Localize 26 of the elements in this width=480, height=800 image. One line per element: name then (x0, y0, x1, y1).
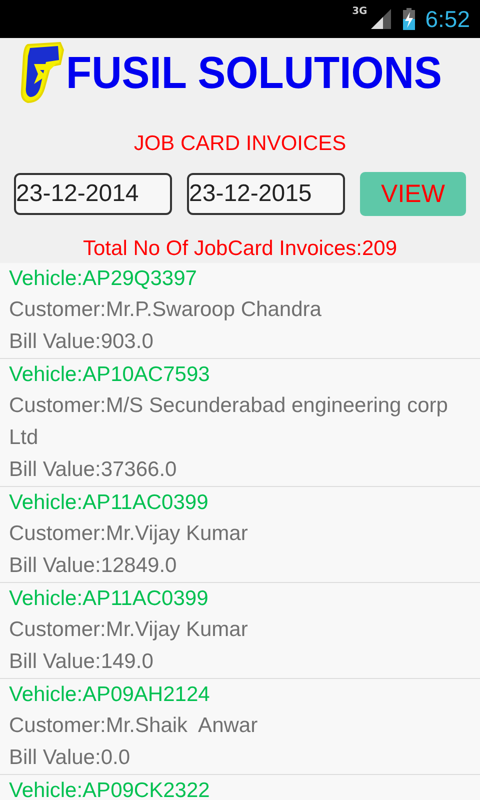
vehicle-number: Vehicle:AP09AH2124 (9, 682, 211, 708)
to-date-field[interactable]: 23-12-2015 (187, 173, 345, 215)
vehicle-number: Vehicle:AP09CK2322 (9, 778, 211, 800)
bill-value: Bill Value:903.0 (9, 329, 154, 355)
bill-value: Bill Value:12849.0 (9, 553, 178, 579)
vehicle-number: Vehicle:AP11AC0399 (9, 586, 210, 612)
bill-value: Bill Value:149.0 (9, 649, 154, 675)
from-date-field[interactable]: 23-12-2014 (14, 173, 172, 215)
logo-icon (20, 42, 64, 104)
clock: 6:52 (425, 6, 470, 32)
bill-value: Bill Value:37366.0 (9, 457, 178, 483)
customer-name: Customer:Mr.Vijay Kumar (9, 617, 249, 643)
bill-value: Bill Value:0.0 (9, 745, 132, 771)
battery-charging-icon (403, 8, 416, 30)
customer-name: Customer:Mr.Shaik Anwar (9, 713, 259, 739)
vehicle-number: Vehicle:AP11AC0399 (9, 490, 210, 516)
vehicle-number: Vehicle:AP10AC7593 (9, 362, 211, 388)
signal-icon (371, 9, 392, 29)
customer-name: Customer:M/S Secunderabad engineering corp Ltd (9, 393, 449, 451)
network-type: 3G (352, 6, 368, 17)
app-title: FUSIL SOLUTIONS (66, 47, 442, 99)
customer-name: Customer:Mr.Vijay Kumar (9, 521, 249, 547)
section-title: JOB CARD INVOICES (134, 132, 346, 156)
vehicle-number: Vehicle:AP29Q3397 (9, 266, 198, 292)
customer-name: Customer:Mr.P.Swaroop Chandra (9, 297, 322, 323)
invoice-count: Total No Of JobCard Invoices:209 (83, 237, 397, 261)
